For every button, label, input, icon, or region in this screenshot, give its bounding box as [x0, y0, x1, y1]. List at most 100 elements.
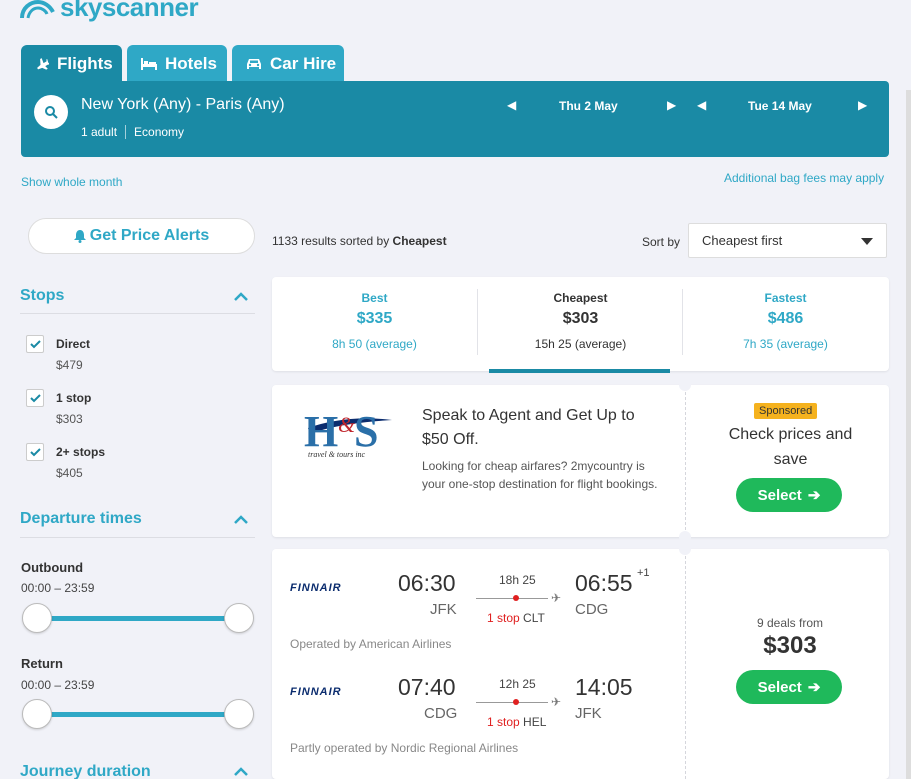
ticket-notch	[679, 543, 691, 555]
stop-option-price: $303	[56, 412, 83, 426]
search-button[interactable]	[34, 95, 68, 129]
leg-duration: 12h 25	[499, 677, 536, 691]
depart-date[interactable]: Thu 2 May	[559, 99, 618, 113]
divider	[685, 556, 686, 779]
return-next-arrow-icon[interactable]: ▶	[858, 98, 867, 112]
leg-stops: 1 stop CLT	[487, 611, 545, 625]
deals-count: 9 deals from	[756, 616, 824, 630]
tab-flights-label: Flights	[57, 53, 113, 73]
leg-line	[476, 702, 548, 703]
chevron-up-icon[interactable]	[234, 292, 248, 302]
bed-icon	[141, 57, 157, 70]
stop-option-label: 2+ stops	[56, 445, 106, 459]
arrive-airport: JFK	[575, 705, 602, 722]
active-tab-indicator	[489, 369, 670, 373]
return-slider-track[interactable]	[38, 712, 238, 717]
return-prev-arrow-icon[interactable]: ◀	[697, 98, 706, 112]
leg-stops: 1 stop HEL	[487, 715, 546, 729]
outbound-slider-max-handle[interactable]	[224, 603, 254, 633]
sort-tab-price: $303	[562, 310, 599, 327]
skyscanner-logo[interactable]: skyscanner	[20, 0, 199, 22]
checkbox-direct[interactable]	[26, 335, 44, 353]
sort-by-label: Sort by	[642, 235, 681, 249]
outbound-slider-track[interactable]	[38, 616, 238, 621]
ad-select-button[interactable]: Select ➔	[736, 478, 842, 512]
chevron-up-icon[interactable]	[234, 767, 248, 777]
window-edge	[906, 90, 911, 779]
search-icon	[45, 106, 58, 119]
sort-tab-best[interactable]: Best $335 8h 50 (average)	[272, 277, 477, 371]
sort-tab-cheapest[interactable]: Cheapest $303 15h 25 (average)	[478, 277, 683, 371]
passenger-summary[interactable]: 1 adult Economy	[81, 125, 184, 139]
tab-flights[interactable]: Flights	[21, 45, 122, 82]
divider	[20, 313, 255, 314]
divider	[20, 537, 255, 538]
sort-tab-duration: 8h 50 (average)	[332, 337, 417, 351]
select-label: Select	[757, 678, 802, 696]
leg-duration: 18h 25	[499, 573, 536, 587]
sort-tab-label: Fastest	[764, 291, 807, 305]
journey-duration-section-title[interactable]: Journey duration	[20, 763, 151, 779]
stop-option-price: $405	[56, 466, 83, 480]
flight-price[interactable]: $303	[690, 632, 890, 660]
hs-logo-subtitle: travel & tours inc	[308, 450, 366, 459]
chevron-up-icon[interactable]	[234, 515, 248, 525]
tab-car-hire[interactable]: Car Hire	[232, 45, 344, 82]
stops-section-title[interactable]: Stops	[20, 287, 64, 305]
ad-description: Looking for cheap airfares? 2mycountry i…	[422, 459, 658, 491]
select-label: Select	[757, 486, 802, 504]
arrive-airport: CDG	[575, 601, 609, 618]
caret-down-icon	[861, 238, 873, 245]
results-sorted-by-text: results sorted by	[301, 234, 390, 248]
return-slider-min-handle[interactable]	[22, 699, 52, 729]
cabin-class: Economy	[134, 125, 185, 139]
operated-by: Operated by American Airlines	[290, 637, 452, 651]
checkmark-icon	[29, 339, 41, 348]
car-icon	[247, 58, 261, 69]
ad-title[interactable]: Speak to Agent and Get Up to $50 Off.	[422, 404, 662, 452]
return-slider-max-handle[interactable]	[224, 699, 254, 729]
flight-select-button[interactable]: Select ➔	[736, 670, 842, 704]
stop-option-label: 1 stop	[56, 391, 92, 405]
stop-option-label: Direct	[56, 337, 91, 351]
depart-next-arrow-icon[interactable]: ▶	[667, 98, 676, 112]
depart-airport: JFK	[430, 601, 457, 618]
cloud-logo-icon	[20, 0, 55, 19]
sort-tab-duration: 7h 35 (average)	[743, 337, 828, 351]
stop-airport: HEL	[523, 715, 547, 729]
depart-prev-arrow-icon[interactable]: ◀	[507, 98, 516, 112]
outbound-slider-min-handle[interactable]	[22, 603, 52, 633]
stops-count: 1 stop	[487, 611, 520, 625]
return-label: Return	[21, 656, 63, 671]
sort-tabs: Best $335 8h 50 (average) Cheapest $303 …	[272, 277, 889, 371]
svg-text:S: S	[354, 407, 378, 456]
finnair-logo: FINNAIR	[290, 582, 342, 594]
departure-times-section-title[interactable]: Departure times	[20, 510, 142, 528]
route-text[interactable]: New York (Any) - Paris (Any)	[81, 96, 285, 114]
bag-fees-link[interactable]: Additional bag fees may apply	[724, 171, 884, 185]
tab-car-hire-label: Car Hire	[270, 53, 337, 73]
checkbox-2-plus-stops[interactable]	[26, 443, 44, 461]
sort-selected-value: Cheapest first	[702, 233, 783, 248]
search-summary-bar[interactable]: New York (Any) - Paris (Any) 1 adult Eco…	[21, 81, 889, 157]
sort-dropdown[interactable]: Cheapest first	[688, 223, 887, 258]
sort-tab-price: $486	[767, 310, 804, 327]
get-price-alerts-button[interactable]: Get Price Alerts	[28, 218, 255, 254]
bell-icon	[73, 229, 86, 243]
return-date[interactable]: Tue 14 May	[748, 99, 812, 113]
finnair-logo: FINNAIR	[290, 686, 342, 698]
outbound-label: Outbound	[21, 560, 84, 575]
tab-hotels[interactable]: Hotels	[127, 45, 227, 82]
ticket-notch	[679, 379, 691, 391]
arrive-time: 14:05	[575, 674, 633, 700]
show-whole-month-link[interactable]: Show whole month	[21, 175, 122, 189]
divider	[685, 392, 686, 530]
svg-text:H: H	[304, 407, 338, 456]
logo-text: skyscanner	[60, 0, 199, 22]
checkbox-1-stop[interactable]	[26, 389, 44, 407]
return-range: 00:00 – 23:59	[21, 678, 95, 692]
sort-tab-fastest[interactable]: Fastest $486 7h 35 (average)	[683, 277, 888, 371]
divider	[125, 125, 127, 139]
ticket-notch	[679, 531, 691, 543]
results-summary: 1133 results sorted by Cheapest	[272, 234, 447, 248]
